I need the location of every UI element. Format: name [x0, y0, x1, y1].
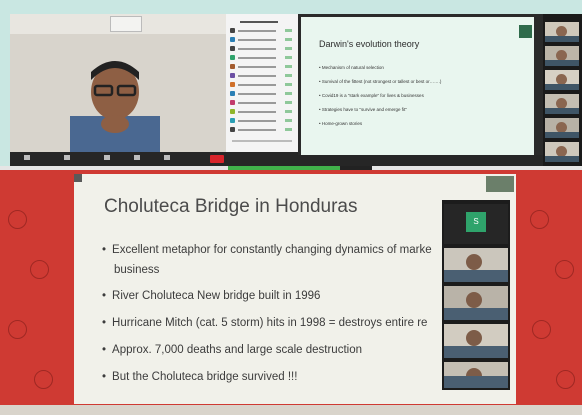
end-meeting-button[interactable] [210, 155, 224, 163]
background-pattern [532, 320, 551, 339]
slide-title: Choluteca Bridge in Honduras [104, 196, 358, 217]
bullet-icon: • [102, 290, 107, 302]
chat-icon[interactable] [104, 155, 110, 160]
participant-row[interactable] [230, 91, 294, 97]
participant-video[interactable] [545, 22, 579, 42]
background-pattern [8, 320, 27, 339]
logo-icon [519, 25, 532, 38]
participant-video[interactable] [545, 118, 579, 138]
participants-icon[interactable] [64, 155, 70, 160]
avatar: S [466, 212, 486, 232]
bullet-icon: • [102, 244, 107, 256]
mute-icon[interactable] [24, 155, 30, 160]
slide-bullet: • Approx. 7,000 deaths and large scale de… [102, 344, 362, 356]
slide-darwin: Darwin's evolution theory • Mechanism of… [301, 17, 534, 155]
participant-row[interactable] [230, 109, 294, 115]
background-pattern [8, 210, 27, 229]
bullet-icon: • [102, 344, 107, 356]
participant-row[interactable] [230, 55, 294, 61]
slide-bullet: • Survival of the fittest (not strongest… [319, 79, 442, 84]
participant-video[interactable] [444, 362, 508, 388]
slide-bullet: • Covid19 is a "stark example" for lives… [319, 93, 424, 98]
participants-header [230, 19, 294, 25]
meeting-toolbar [298, 155, 543, 166]
logo-icon [486, 176, 514, 192]
participant-video[interactable] [545, 46, 579, 66]
participant-row[interactable] [230, 82, 294, 88]
participants-panel[interactable] [226, 14, 298, 152]
slide-corner-mark [74, 174, 82, 182]
meeting-window-slide: Darwin's evolution theory • Mechanism of… [298, 14, 582, 166]
participant-video[interactable] [444, 286, 508, 320]
bullet-icon: • [102, 317, 107, 329]
participant-row[interactable] [230, 28, 294, 34]
background-pattern [556, 370, 575, 389]
participant-video[interactable] [545, 142, 579, 162]
meeting-window-main: Choluteca Bridge in Honduras • Excellent … [0, 170, 582, 415]
participant-video[interactable] [545, 70, 579, 90]
whiteboard [110, 16, 142, 32]
participant-tile[interactable]: S [444, 204, 508, 244]
participant-row[interactable] [230, 118, 294, 124]
bullet-icon: • [102, 371, 107, 383]
background-pattern [30, 260, 49, 279]
participant-row[interactable] [230, 64, 294, 70]
panel-footer-buttons[interactable] [230, 138, 294, 144]
share-icon[interactable] [134, 155, 140, 160]
participant-row[interactable] [230, 73, 294, 79]
slide-bullet: • Mechanism of natural selection [319, 65, 384, 70]
speaker-person [70, 61, 160, 152]
participant-row[interactable] [230, 100, 294, 106]
slide-bullet: • Excellent metaphor for constantly chang… [102, 244, 432, 256]
participant-row[interactable] [230, 37, 294, 43]
meeting-window-speaker [10, 14, 298, 166]
slide-bullet: • Home-grown stories [319, 121, 363, 126]
record-icon[interactable] [164, 155, 170, 160]
participant-thumbnails [543, 14, 582, 166]
background-pattern [34, 370, 53, 389]
slide-bullet: • Hurricane Mitch (cat. 5 storm) hits in … [102, 317, 428, 329]
meeting-toolbar [10, 152, 298, 166]
slide-bullet: • River Choluteca New bridge built in 199… [102, 290, 321, 302]
participant-row[interactable] [230, 46, 294, 52]
participant-row[interactable] [230, 127, 294, 133]
slide-title: Darwin's evolution theory [319, 39, 420, 49]
background-pattern [555, 260, 574, 279]
photo-frame-edge [0, 405, 582, 415]
speaker-video [10, 14, 226, 152]
slide-bullet: • Strategies have to "survive and emerge… [319, 107, 407, 112]
participant-video[interactable] [545, 94, 579, 114]
participant-thumbnails: S [442, 200, 510, 390]
background-pattern [530, 210, 549, 229]
slide-bullet: • But the Choluteca bridge survived !!! [102, 371, 298, 383]
slide-bullet-continuation: business [114, 264, 160, 276]
participant-video[interactable] [444, 248, 508, 282]
participant-video[interactable] [444, 324, 508, 358]
